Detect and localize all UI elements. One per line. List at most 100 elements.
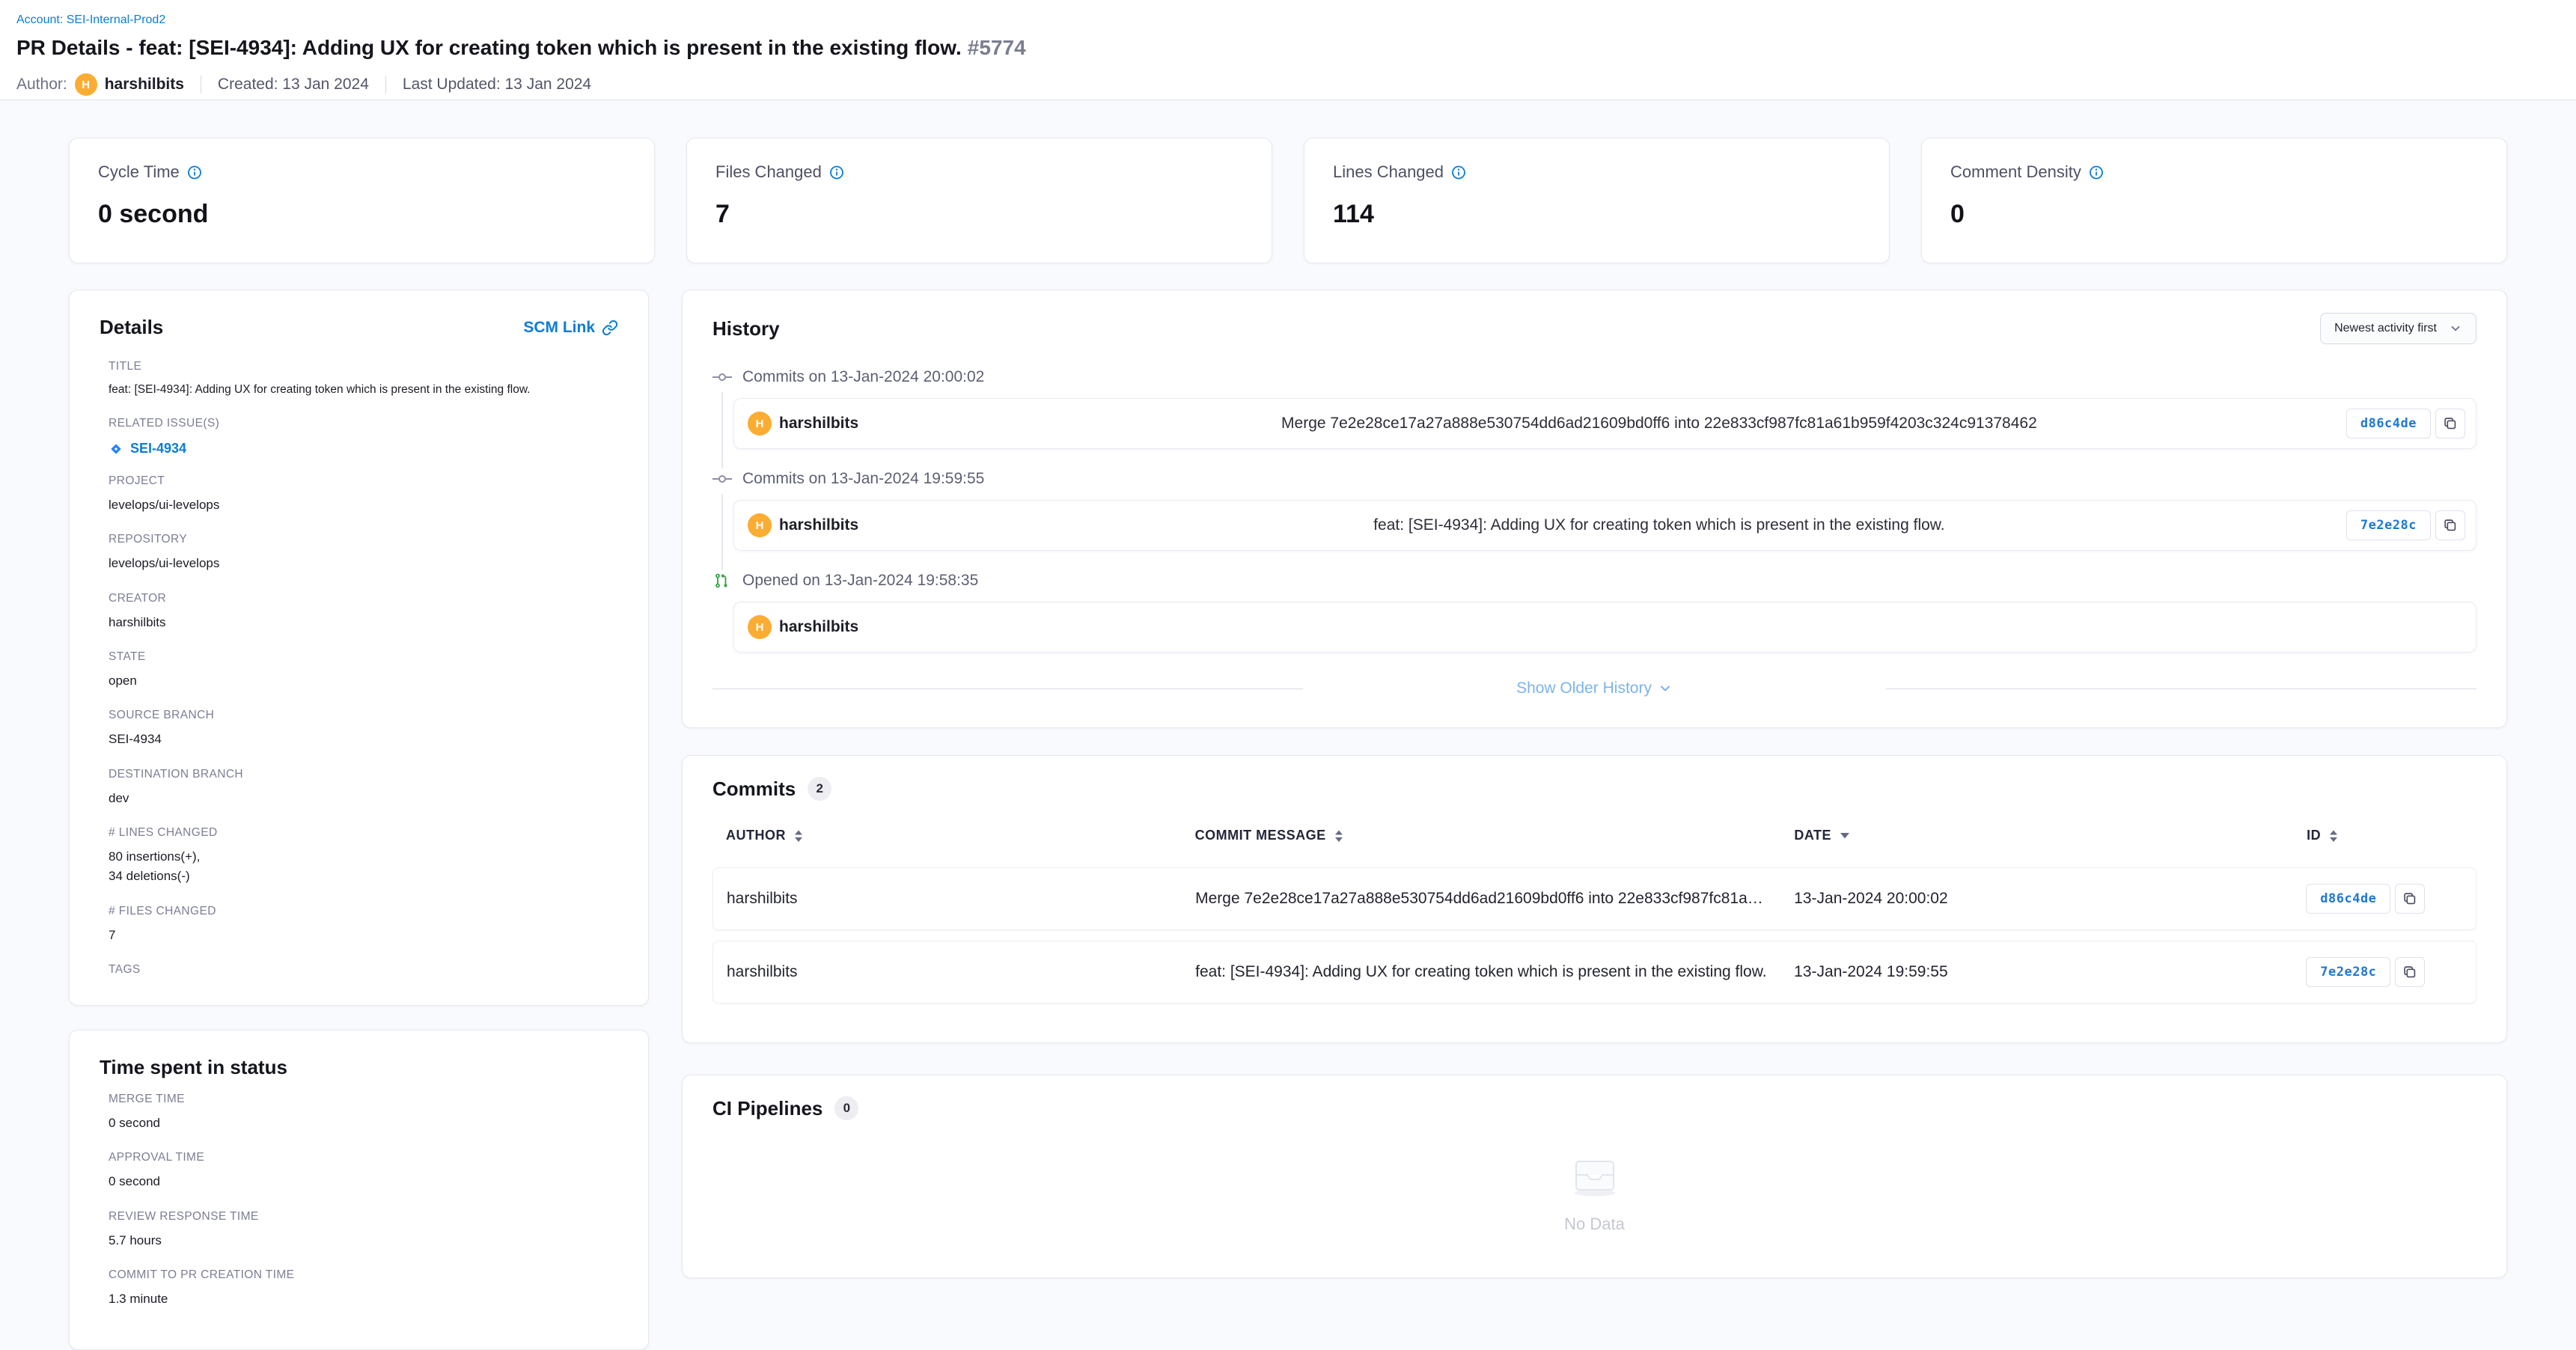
related-issue-link[interactable]: SEI-4934 bbox=[109, 441, 618, 456]
divider bbox=[385, 76, 386, 94]
field-label: PROJECT bbox=[109, 474, 618, 488]
metric-label: Lines Changed bbox=[1333, 162, 1444, 182]
history-event: Opened on 13-Jan-2024 19:58:35 H harshil… bbox=[712, 572, 2476, 674]
empty-state: No Data bbox=[712, 1152, 2476, 1234]
field-label: TITLE bbox=[109, 360, 618, 373]
metric-card-files-changed: Files Changed 7 bbox=[686, 138, 1272, 263]
copy-icon[interactable] bbox=[2435, 510, 2465, 540]
history-event: Commits on 13-Jan-2024 19:59:55 H harshi… bbox=[712, 470, 2476, 572]
copy-icon[interactable] bbox=[2395, 957, 2425, 987]
copy-icon[interactable] bbox=[2435, 409, 2465, 439]
sort-icon bbox=[2328, 829, 2339, 843]
info-icon[interactable] bbox=[2089, 165, 2104, 180]
git-commit-icon bbox=[712, 371, 732, 383]
column-header-id[interactable]: ID bbox=[2307, 828, 2463, 843]
jira-issue-icon bbox=[109, 442, 123, 456]
column-label: DATE bbox=[1794, 828, 1831, 843]
scm-link-label: SCM Link bbox=[523, 319, 595, 337]
column-header-commit-message[interactable]: COMMIT MESSAGE bbox=[1195, 828, 1795, 843]
copy-icon[interactable] bbox=[2395, 884, 2425, 914]
field-creator: CREATOR harshilbits bbox=[109, 592, 618, 632]
column-label: COMMIT MESSAGE bbox=[1195, 828, 1326, 843]
field-value: SEI-4934 bbox=[109, 730, 618, 749]
field-merge-time: MERGE TIME 0 second bbox=[109, 1093, 618, 1133]
details-heading: Details bbox=[100, 316, 163, 339]
show-older-history-button[interactable]: Show Older History bbox=[1516, 679, 1673, 697]
ci-pipelines-panel: CI Pipelines 0 No Data bbox=[682, 1075, 2507, 1278]
account-link[interactable]: Account: SEI-Internal-Prod2 bbox=[16, 13, 165, 27]
history-commit-author: harshilbits bbox=[779, 516, 858, 534]
empty-inbox-icon bbox=[1566, 1152, 1623, 1198]
field-approval-time: APPROVAL TIME 0 second bbox=[109, 1151, 618, 1191]
scm-link[interactable]: SCM Link bbox=[523, 319, 618, 337]
field-value: levelops/ui-levelops bbox=[109, 554, 618, 573]
history-event-label: Opened on 13-Jan-2024 19:58:35 bbox=[742, 572, 978, 590]
column-label: ID bbox=[2307, 828, 2321, 843]
cell-commit-message: Merge 7e2e28ce17a27a888e530754dd6ad21609… bbox=[1195, 890, 1794, 908]
info-icon[interactable] bbox=[829, 165, 844, 180]
field-label: CREATOR bbox=[109, 592, 618, 605]
author-row: Author: H harshilbits Created: 13 Jan 20… bbox=[16, 73, 2507, 96]
metric-value: 0 bbox=[1950, 200, 2478, 229]
metric-value: 0 second bbox=[98, 200, 626, 229]
avatar: H bbox=[748, 412, 772, 436]
field-value: 1.3 minute bbox=[109, 1289, 618, 1309]
info-icon[interactable] bbox=[187, 165, 202, 180]
info-icon[interactable] bbox=[1451, 165, 1466, 180]
field-project: PROJECT levelops/ui-levelops bbox=[109, 474, 618, 515]
column-header-date[interactable]: DATE bbox=[1794, 828, 2307, 843]
time-in-status-panel: Time spent in status MERGE TIME 0 second… bbox=[69, 1030, 649, 1350]
git-commit-icon bbox=[712, 473, 732, 485]
page-header: Account: SEI-Internal-Prod2 PR Details -… bbox=[0, 0, 2576, 100]
commit-sha-button[interactable]: 7e2e28c bbox=[2346, 510, 2431, 540]
metric-card-comment-density: Comment Density 0 bbox=[1921, 138, 2507, 263]
last-updated-date: Last Updated: 13 Jan 2024 bbox=[403, 76, 591, 94]
author-label: Author: bbox=[16, 76, 67, 94]
field-label: REVIEW RESPONSE TIME bbox=[109, 1210, 618, 1224]
field-value: 0 second bbox=[109, 1172, 618, 1191]
history-commit-message: feat: [SEI-4934]: Adding UX for creating… bbox=[1373, 516, 1944, 534]
page-title: PR Details - feat: [SEI-4934]: Adding UX… bbox=[16, 36, 2507, 60]
history-commit-message: Merge 7e2e28ce17a27a888e530754dd6ad21609… bbox=[1281, 415, 2037, 433]
field-value: feat: [SEI-4934]: Adding UX for creating… bbox=[109, 381, 618, 399]
field-related-issues: RELATED ISSUE(S) SEI-4934 bbox=[109, 417, 618, 456]
sort-icon bbox=[1334, 829, 1344, 843]
field-value: harshilbits bbox=[109, 613, 618, 632]
field-label: MERGE TIME bbox=[109, 1093, 618, 1106]
cell-date: 13-Jan-2024 19:59:55 bbox=[1794, 963, 2306, 981]
field-label: APPROVAL TIME bbox=[109, 1151, 618, 1164]
field-files-changed: # FILES CHANGED 7 bbox=[109, 905, 618, 945]
commit-sha-button[interactable]: d86c4de bbox=[2306, 884, 2390, 914]
commits-panel: Commits 2 AUTHOR COMMIT MESSAGE bbox=[682, 755, 2507, 1043]
commit-sha-button[interactable]: d86c4de bbox=[2346, 409, 2431, 439]
sort-icon bbox=[793, 829, 804, 843]
history-heading: History bbox=[712, 317, 780, 340]
history-commit-author: harshilbits bbox=[779, 618, 858, 636]
metric-label: Files Changed bbox=[715, 162, 822, 182]
cell-commit-message: feat: [SEI-4934]: Adding UX for creating… bbox=[1195, 963, 1794, 981]
metric-card-cycle-time: Cycle Time 0 second bbox=[69, 138, 655, 263]
field-value: levelops/ui-levelops bbox=[109, 495, 618, 515]
commit-sha-button[interactable]: 7e2e28c bbox=[2306, 957, 2390, 987]
divider bbox=[1886, 688, 2476, 689]
metric-value: 114 bbox=[1333, 200, 1861, 229]
field-label: DESTINATION BRANCH bbox=[109, 768, 618, 781]
history-sort-dropdown[interactable]: Newest activity first bbox=[2320, 313, 2476, 344]
metric-label: Cycle Time bbox=[98, 162, 180, 182]
divider bbox=[712, 688, 1303, 689]
field-value: 0 second bbox=[109, 1114, 618, 1133]
column-header-author[interactable]: AUTHOR bbox=[726, 828, 1195, 843]
history-event-label: Commits on 13-Jan-2024 20:00:02 bbox=[742, 368, 984, 386]
cell-author: harshilbits bbox=[727, 963, 1195, 981]
field-label: # FILES CHANGED bbox=[109, 905, 618, 918]
author-name: harshilbits bbox=[105, 76, 184, 94]
link-icon bbox=[602, 320, 618, 336]
field-label: REPOSITORY bbox=[109, 533, 618, 546]
history-commit-author: harshilbits bbox=[779, 415, 858, 433]
field-label: # LINES CHANGED bbox=[109, 826, 618, 840]
no-data-label: No Data bbox=[1564, 1215, 1625, 1234]
history-sort-value: Newest activity first bbox=[2334, 322, 2437, 335]
pr-number: #5774 bbox=[968, 36, 1026, 59]
author-avatar: H bbox=[75, 73, 97, 96]
metric-label: Comment Density bbox=[1950, 162, 2081, 182]
